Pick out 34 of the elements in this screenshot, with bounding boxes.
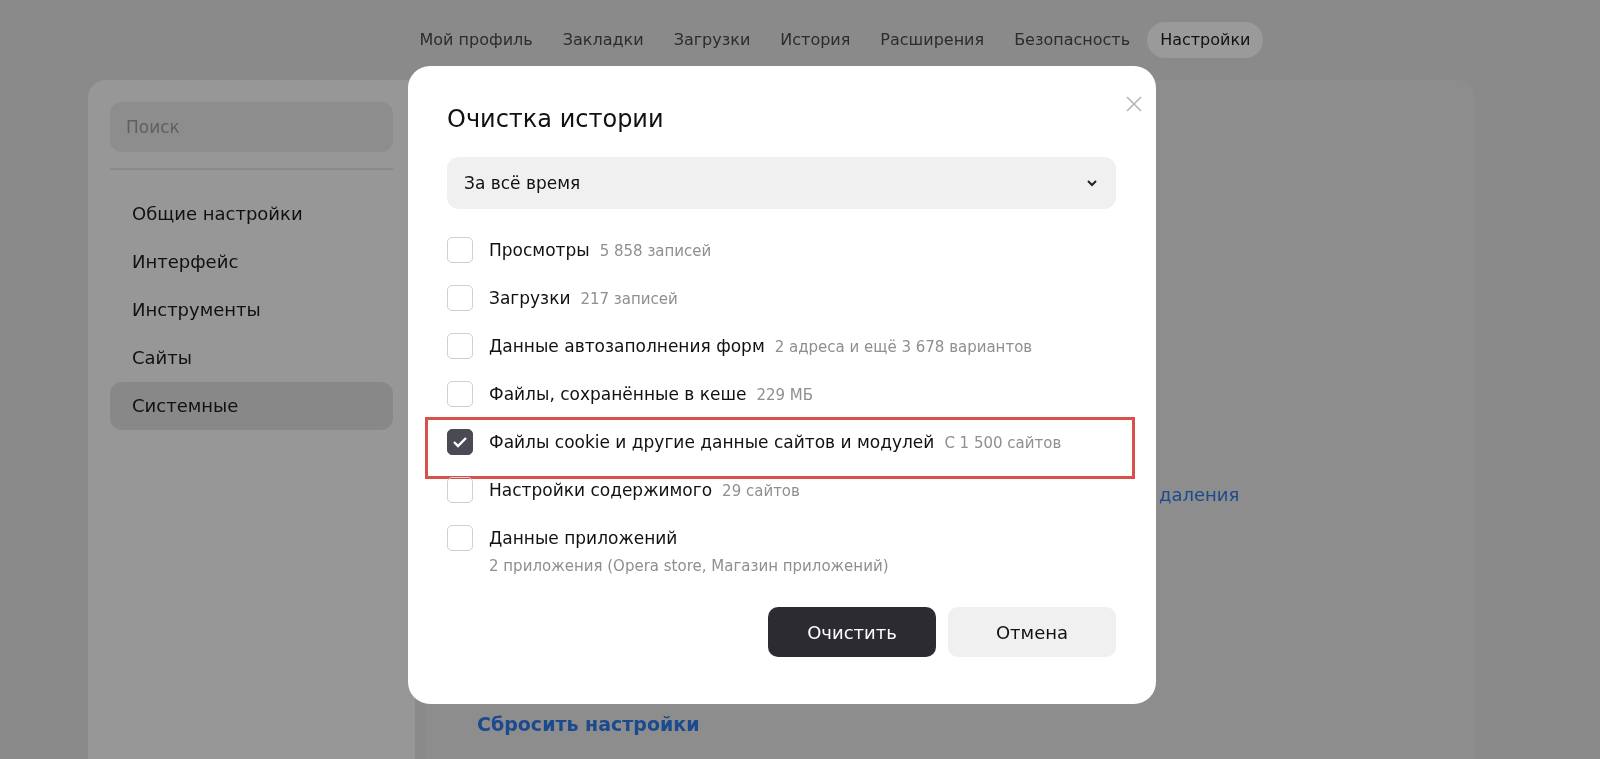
- option-count: 217 записей: [580, 289, 678, 310]
- option-label: Просмотры: [489, 239, 590, 262]
- option-label: Данные приложений: [489, 527, 678, 550]
- nav-tab[interactable]: Закладки: [549, 22, 657, 58]
- nav-tab[interactable]: Безопасность: [1001, 22, 1144, 58]
- nav-tab[interactable]: Расширения: [867, 22, 998, 58]
- nav-tab[interactable]: Настройки: [1147, 22, 1264, 58]
- option-label: Файлы, сохранённые в кеше: [489, 383, 747, 406]
- checkbox[interactable]: [447, 429, 473, 455]
- period-dropdown[interactable]: За всё время: [447, 157, 1116, 209]
- checkmark-icon: [452, 436, 468, 448]
- option-count: 5 858 записей: [599, 241, 712, 262]
- option-label: Файлы cookie и другие данные сайтов и модулей: [489, 431, 935, 454]
- sidebar-item[interactable]: Системные: [110, 382, 393, 430]
- nav-tab[interactable]: Загрузки: [660, 22, 764, 58]
- close-icon[interactable]: [1126, 96, 1142, 112]
- option-count: 229 МБ: [756, 385, 814, 406]
- option-label: Настройки содержимого: [489, 479, 713, 502]
- nav-tab[interactable]: Мой профиль: [406, 22, 546, 58]
- sidebar-item[interactable]: Инструменты: [110, 286, 393, 334]
- sidebar-item[interactable]: Интерфейс: [110, 238, 393, 286]
- option-count: 2 приложения (Opera store, Магазин приложений): [489, 556, 889, 577]
- option-count: 29 сайтов: [722, 481, 800, 502]
- clear-button[interactable]: Очистить: [768, 607, 936, 657]
- cancel-button[interactable]: Отмена: [948, 607, 1116, 657]
- option-label: Загрузки: [489, 287, 571, 310]
- option-count: 2 адреса и ещё 3 678 вариантов: [774, 337, 1033, 358]
- chevron-down-icon: [1086, 179, 1098, 187]
- dialog-title: Очистка истории: [447, 105, 664, 133]
- option-label: Данные автозаполнения форм: [489, 335, 765, 358]
- sidebar-item[interactable]: Общие настройки: [110, 190, 393, 238]
- nav-tab[interactable]: История: [767, 22, 864, 58]
- sidebar-item[interactable]: Сайты: [110, 334, 393, 382]
- option-count: С 1 500 сайтов: [944, 433, 1062, 454]
